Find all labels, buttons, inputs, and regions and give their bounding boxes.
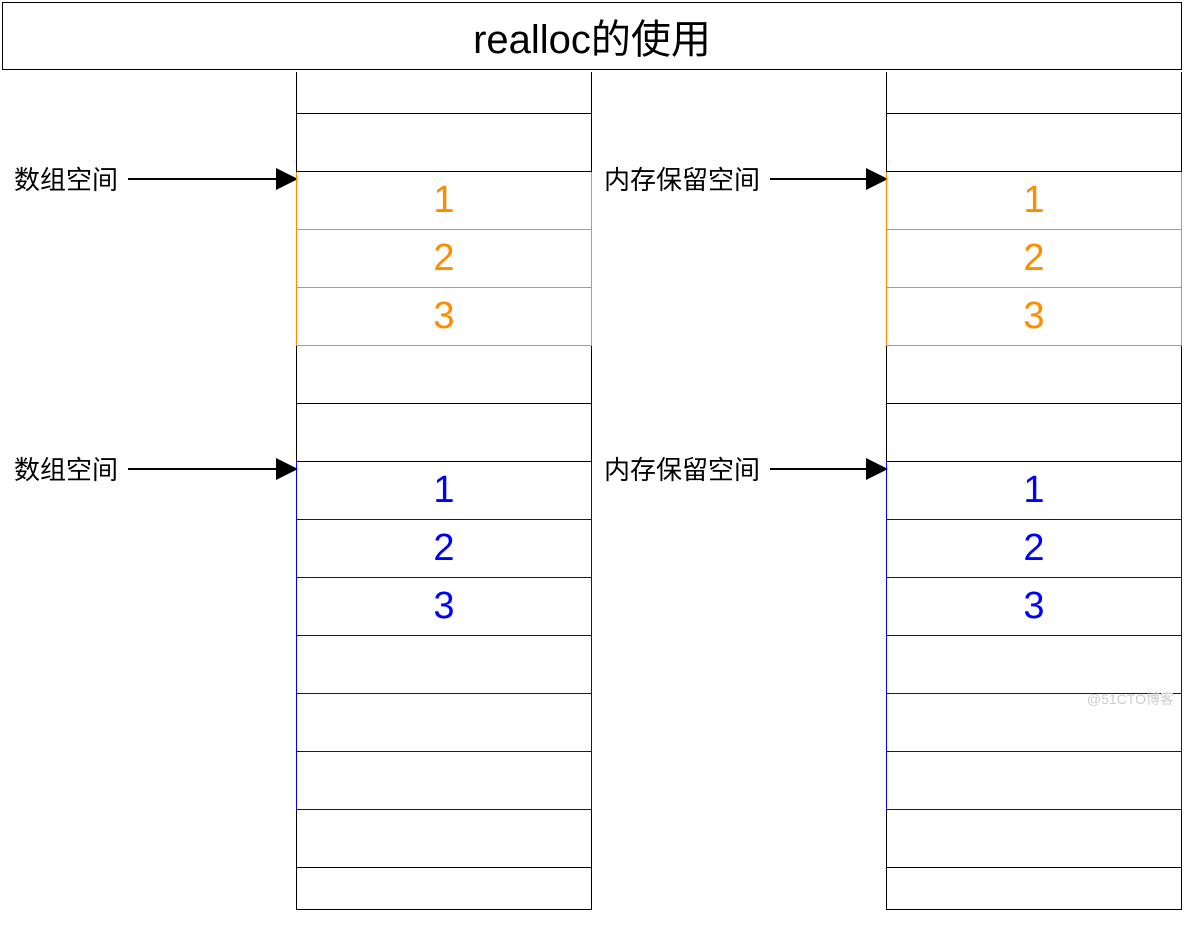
memory-cell (296, 810, 592, 868)
memory-cell (296, 694, 592, 752)
memory-cell: 3 (886, 288, 1182, 346)
diagram-title: realloc的使用 (2, 2, 1182, 70)
title-text: realloc的使用 (473, 7, 711, 65)
arrow-right-icon (866, 168, 888, 190)
memory-cell (296, 72, 592, 114)
pointer-row: 数组空间 (2, 450, 296, 487)
arrow-line (128, 468, 296, 470)
memory-cell: 1 (296, 172, 592, 230)
arrow-right-icon (276, 458, 298, 480)
memory-cell (886, 114, 1182, 172)
memory-cell (886, 810, 1182, 868)
pointer-row: 数组空间 (2, 160, 296, 197)
arrow-line (770, 178, 886, 180)
label-column-left: 数组空间数组空间 (2, 72, 296, 910)
memory-stack-right: 123123 (886, 72, 1182, 910)
memory-cell (296, 114, 592, 172)
memory-cell: 1 (886, 172, 1182, 230)
memory-cell: 1 (296, 462, 592, 520)
memory-cell: 3 (886, 578, 1182, 636)
memory-cell (296, 636, 592, 694)
memory-cell (296, 404, 592, 462)
memory-cell: 2 (886, 230, 1182, 288)
memory-cell: 3 (296, 578, 592, 636)
memory-stack-left: 123123 (296, 72, 592, 910)
memory-cell (886, 868, 1182, 910)
memory-cell (296, 346, 592, 404)
memory-cell: 2 (296, 520, 592, 578)
memory-cell (296, 868, 592, 910)
memory-cell: 3 (296, 288, 592, 346)
memory-cell (886, 636, 1182, 694)
memory-cell (886, 752, 1182, 810)
pointer-label: 内存保留空间 (592, 160, 760, 197)
label-column-right: 内存保留空间内存保留空间 (592, 72, 886, 910)
pointer-label: 数组空间 (2, 450, 118, 487)
arrow-line (128, 178, 296, 180)
diagram-body: 数组空间数组空间 123123 内存保留空间内存保留空间 123123 (2, 72, 1182, 910)
memory-cell: 2 (296, 230, 592, 288)
pointer-row: 内存保留空间 (592, 450, 886, 487)
pointer-row: 内存保留空间 (592, 160, 886, 197)
arrow-line (770, 468, 886, 470)
memory-cell (296, 752, 592, 810)
arrow-right-icon (866, 458, 888, 480)
arrow-right-icon (276, 168, 298, 190)
memory-cell: 1 (886, 462, 1182, 520)
memory-cell (886, 72, 1182, 114)
pointer-label: 数组空间 (2, 160, 118, 197)
memory-cell (886, 346, 1182, 404)
pointer-label: 内存保留空间 (592, 450, 760, 487)
memory-cell: 2 (886, 520, 1182, 578)
watermark-text: @51CTO博客 (1087, 689, 1174, 709)
memory-cell (886, 404, 1182, 462)
